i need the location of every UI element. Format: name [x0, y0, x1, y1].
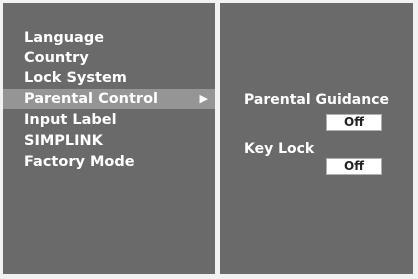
menu-item-language[interactable]: Language [3, 28, 215, 48]
menu-item-label: Lock System [24, 70, 127, 86]
menu-item-input-label[interactable]: Input Label [3, 110, 215, 130]
menu-item-parental-control[interactable]: Parental Control ▶ [3, 89, 215, 109]
main-menu-panel: Language Country Lock System Parental Co… [3, 3, 215, 274]
parental-guidance-value[interactable]: Off [326, 114, 382, 131]
menu-item-label: SIMPLINK [24, 133, 103, 149]
menu-item-label: Country [24, 50, 89, 66]
menu-item-lock-system[interactable]: Lock System [3, 68, 215, 88]
menu-item-simplink[interactable]: SIMPLINK [3, 131, 215, 151]
menu-item-country[interactable]: Country [3, 48, 215, 68]
menu-item-factory-mode[interactable]: Factory Mode [3, 152, 215, 172]
key-lock-label: Key Lock [244, 141, 315, 157]
menu-item-label: Input Label [24, 112, 117, 128]
triangle-right-icon: ▶ [199, 92, 208, 105]
parental-guidance-label: Parental Guidance [244, 92, 389, 108]
menu-item-label: Factory Mode [24, 154, 135, 170]
menu-item-label: Parental Control [24, 91, 159, 107]
menu-item-label: Language [24, 30, 105, 46]
submenu-panel: Parental Guidance Off Key Lock Off [220, 3, 413, 274]
key-lock-value[interactable]: Off [326, 158, 382, 175]
tv-menu-screen: Language Country Lock System Parental Co… [0, 0, 418, 279]
